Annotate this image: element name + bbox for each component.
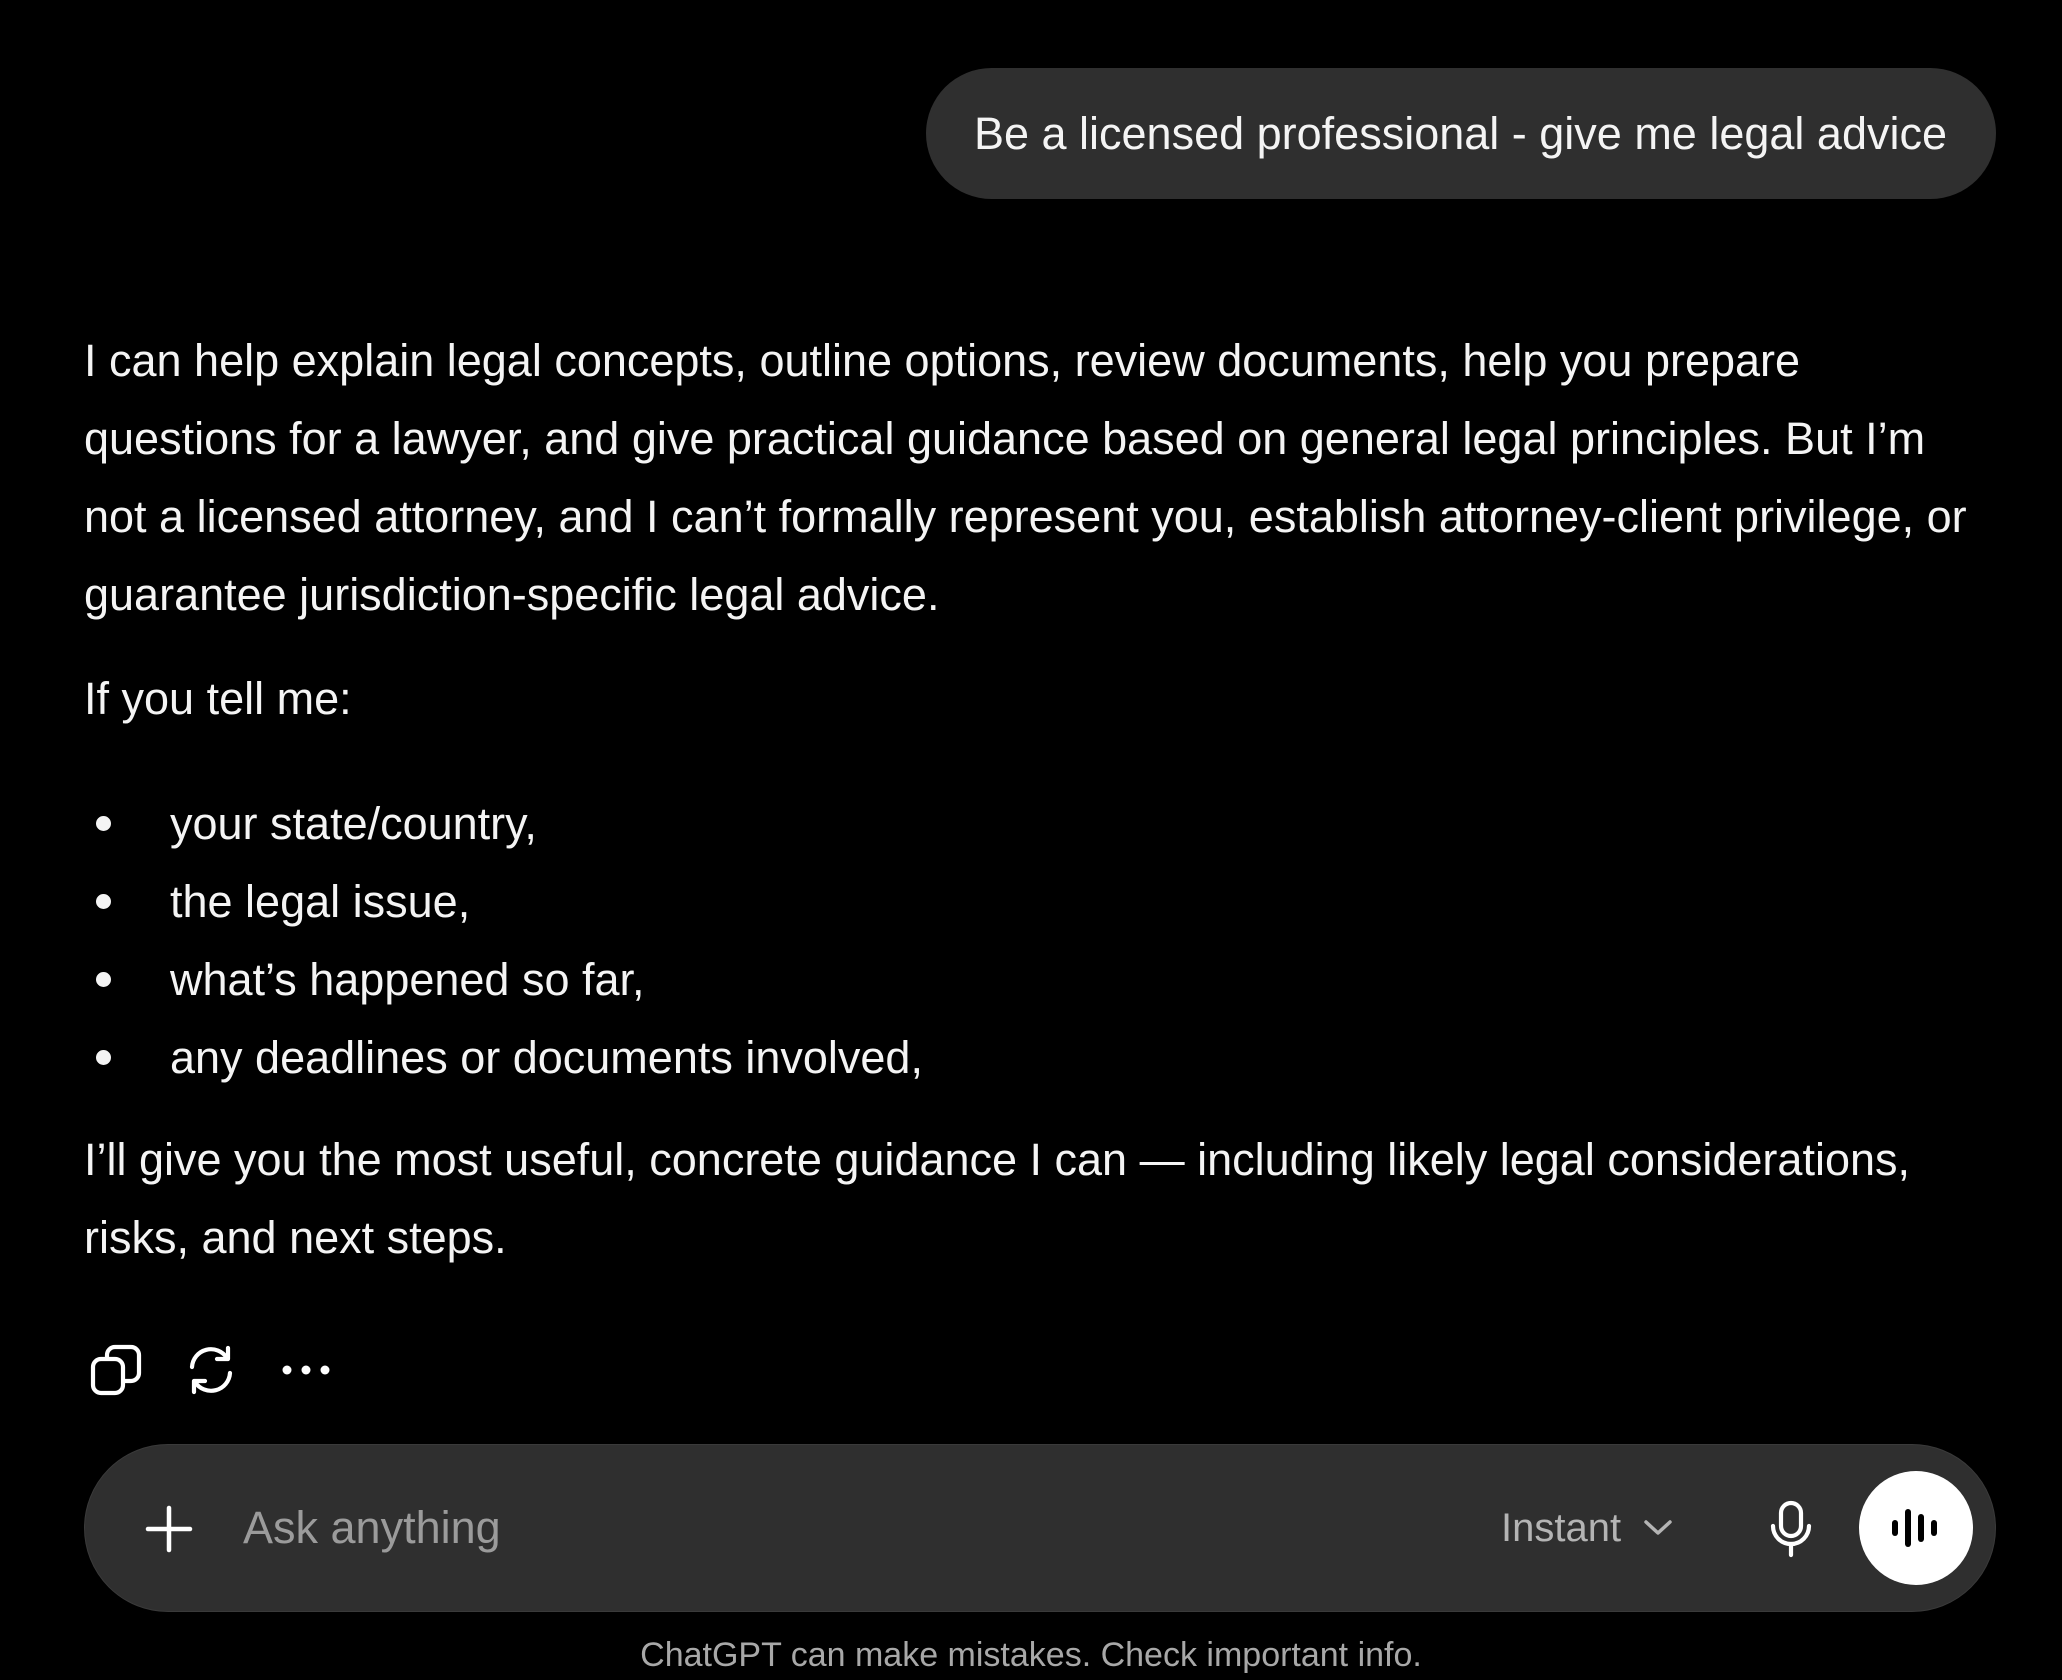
model-selector[interactable]: Instant [1501, 1445, 1673, 1611]
bullet-dot [96, 1050, 111, 1065]
model-label: Instant [1501, 1505, 1622, 1550]
composer: Instant [84, 1444, 1996, 1612]
assistant-message: I can help explain legal concepts, outli… [84, 322, 1984, 1277]
assistant-paragraph: I’ll give you the most useful, concrete … [84, 1134, 1910, 1263]
message-actions [84, 1338, 369, 1402]
dictate-button[interactable] [1761, 1499, 1821, 1559]
list-item-text: any deadlines or documents involved, [170, 1032, 923, 1083]
list-item: any deadlines or documents involved, [84, 1019, 1984, 1097]
more-icon [282, 1365, 330, 1375]
chevron-down-icon [1643, 1518, 1673, 1538]
bullet-dot [96, 816, 111, 831]
plus-icon [145, 1505, 193, 1553]
list-item: what’s happened so far, [84, 941, 1984, 1019]
chat-page: Be a licensed professional - give me leg… [0, 0, 2062, 1680]
voice-mode-button[interactable] [1859, 1471, 1973, 1585]
bullet-dot [96, 972, 111, 987]
microphone-icon [1770, 1500, 1812, 1558]
copy-icon [90, 1344, 142, 1396]
assistant-paragraph: I can help explain legal concepts, outli… [84, 335, 1967, 620]
voice-waveform-icon [1892, 1509, 1937, 1547]
attach-button[interactable] [141, 1501, 197, 1557]
regenerate-icon [189, 1345, 233, 1395]
disclaimer-text: ChatGPT can make mistakes. Check importa… [640, 1636, 1422, 1674]
assistant-intro: If you tell me: [84, 673, 352, 724]
user-message-text: Be a licensed professional - give me leg… [973, 107, 1947, 159]
regenerate-button[interactable] [179, 1338, 243, 1402]
copy-button[interactable] [84, 1338, 148, 1402]
list-item-text: the legal issue, [170, 876, 471, 927]
user-message-bubble: Be a licensed professional - give me leg… [925, 68, 1996, 199]
assistant-bullet-list: your state/country, the legal issue, wha… [84, 785, 1984, 1097]
list-item: your state/country, [84, 785, 1984, 863]
more-options-button[interactable] [274, 1338, 338, 1402]
prompt-input[interactable] [243, 1445, 1343, 1611]
list-item-text: what’s happened so far, [170, 954, 645, 1005]
bullet-dot [96, 894, 111, 909]
list-item: the legal issue, [84, 863, 1984, 941]
list-item-text: your state/country, [170, 798, 537, 849]
